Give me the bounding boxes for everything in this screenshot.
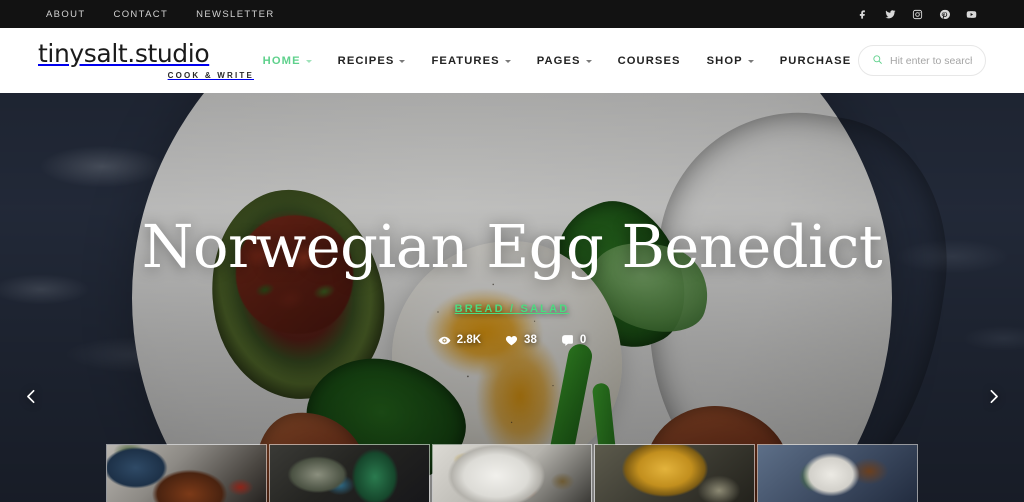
slider-prev-button[interactable] bbox=[14, 379, 48, 413]
nav-item-home[interactable]: HOME bbox=[263, 55, 312, 67]
comments-count: 0 bbox=[579, 334, 587, 347]
slider-next-button[interactable] bbox=[976, 379, 1010, 413]
eye-icon bbox=[438, 334, 451, 347]
thumbnail-image bbox=[107, 445, 266, 502]
hero-category-link[interactable]: BREAD / SALAD bbox=[455, 303, 570, 315]
hero-content: Norwegian Egg Benedict BREAD / SALAD 2.8… bbox=[0, 93, 1024, 502]
nav-label-pages: PAGES bbox=[536, 54, 581, 67]
site-logo[interactable]: tinysalt.studio COOK & WRITE bbox=[38, 41, 256, 80]
nav-item-shop[interactable]: SHOP bbox=[707, 55, 754, 67]
nav-item-purchase[interactable]: PURCHASE bbox=[780, 55, 852, 67]
hero-title: Norwegian Egg Benedict bbox=[141, 212, 883, 281]
facebook-icon[interactable] bbox=[856, 7, 870, 21]
hero-slider: Norwegian Egg Benedict BREAD / SALAD 2.8… bbox=[0, 93, 1024, 502]
nav-label-courses: COURSES bbox=[617, 54, 681, 67]
thumbnail-image bbox=[269, 445, 429, 502]
chevron-down-icon bbox=[305, 59, 312, 63]
twitter-icon[interactable] bbox=[883, 7, 897, 21]
nav-item-pages[interactable]: PAGES bbox=[537, 55, 592, 67]
nav-label-home: HOME bbox=[262, 54, 301, 67]
slider-thumbnail-3[interactable] bbox=[432, 445, 592, 502]
hero-meta: 2.8K 38 0 bbox=[438, 334, 586, 347]
top-link-about[interactable]: ABOUT bbox=[46, 9, 85, 20]
nav-label-features: FEATURES bbox=[431, 54, 500, 67]
chevron-down-icon bbox=[504, 59, 511, 63]
views-stat: 2.8K bbox=[438, 334, 481, 347]
thumbnail-image bbox=[595, 445, 755, 502]
youtube-icon[interactable] bbox=[964, 7, 978, 21]
top-link-newsletter[interactable]: NEWSLETTER bbox=[196, 9, 274, 20]
nav-label-shop: SHOP bbox=[706, 54, 743, 67]
search-icon bbox=[872, 52, 883, 70]
site-header: tinysalt.studio COOK & WRITE HOME RECIPE… bbox=[0, 28, 1024, 93]
brand-tagline: COOK & WRITE bbox=[167, 71, 254, 80]
instagram-icon[interactable] bbox=[910, 7, 924, 21]
slider-thumbnail-5[interactable] bbox=[758, 445, 917, 502]
nav-item-recipes[interactable]: RECIPES bbox=[338, 55, 406, 67]
pinterest-icon[interactable] bbox=[937, 7, 951, 21]
top-link-contact[interactable]: CONTACT bbox=[113, 9, 168, 20]
views-count: 2.8K bbox=[456, 334, 482, 347]
social-links bbox=[856, 7, 978, 21]
slider-thumbnail-1[interactable] bbox=[107, 445, 266, 502]
chevron-down-icon bbox=[747, 59, 754, 63]
nav-label-recipes: RECIPES bbox=[337, 54, 395, 67]
likes-count: 38 bbox=[524, 334, 537, 347]
nav-label-purchase: PURCHASE bbox=[779, 54, 852, 67]
thumbnail-image bbox=[758, 445, 917, 502]
heart-icon bbox=[505, 334, 518, 347]
chevron-down-icon bbox=[399, 59, 406, 63]
search-box[interactable] bbox=[858, 45, 986, 76]
comment-icon bbox=[561, 334, 574, 347]
brand-name: tinysalt.studio bbox=[38, 39, 210, 68]
slider-thumbnail-4[interactable] bbox=[595, 445, 755, 502]
comments-stat: 0 bbox=[561, 334, 586, 347]
slider-thumbnail-strip bbox=[107, 445, 917, 502]
likes-stat: 38 bbox=[505, 334, 537, 347]
nav-item-courses[interactable]: COURSES bbox=[618, 55, 681, 67]
main-navigation: HOME RECIPES FEATURES PAGES COURSES SHOP… bbox=[256, 55, 858, 67]
top-links: ABOUT CONTACT NEWSLETTER bbox=[46, 9, 275, 20]
nav-item-features[interactable]: FEATURES bbox=[431, 54, 511, 67]
top-utility-bar: ABOUT CONTACT NEWSLETTER bbox=[0, 0, 1024, 28]
chevron-down-icon bbox=[585, 59, 592, 63]
slider-thumbnail-2[interactable] bbox=[269, 445, 429, 502]
thumbnail-image bbox=[432, 445, 592, 502]
search-input[interactable] bbox=[890, 54, 972, 67]
